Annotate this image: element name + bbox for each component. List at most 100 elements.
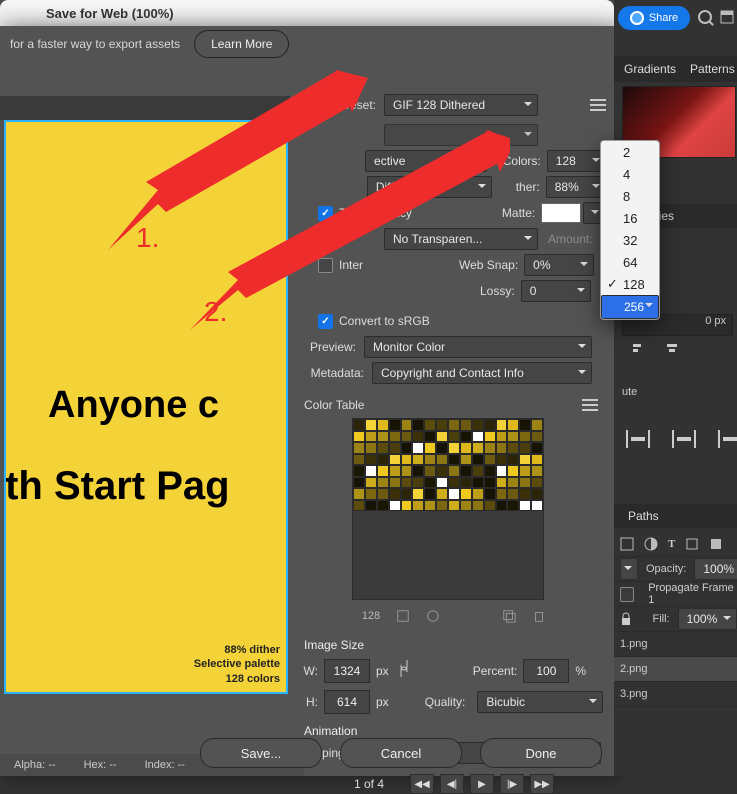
next-frame-button[interactable]: |▶ [500,774,524,794]
color-count: 128 [362,610,380,622]
distribute-bottom-icon[interactable] [718,430,737,448]
filter-adjust-icon[interactable] [644,537,658,551]
colors-option-32[interactable]: 32 [601,229,659,251]
panel-tabs-gradients[interactable]: Gradients Patterns [614,56,737,82]
websnap-select[interactable]: 0% [524,254,594,276]
preview-tab-strip[interactable] [0,96,290,120]
colors-option-128[interactable]: 128 [601,273,659,295]
color-table-toolbar: 128 [302,604,606,628]
amount-label: Amount: [548,232,593,246]
layer-row[interactable]: 3.png [614,682,737,707]
convert-srgb-label: Convert to sRGB [339,314,430,328]
map-transparent-icon[interactable] [426,609,440,623]
lock-icon[interactable] [620,612,630,626]
fill-label: Fill: [652,613,669,625]
matte-swatch[interactable] [541,203,581,223]
tab-gradients[interactable]: Gradients [624,62,676,76]
preset-select[interactable]: GIF 128 Dithered [384,94,538,116]
new-color-icon[interactable] [502,609,516,623]
lock-color-icon[interactable] [396,609,410,623]
filter-shape-icon[interactable] [685,537,699,551]
format-select[interactable] [384,124,538,146]
filter-pixel-icon[interactable] [620,537,634,551]
lossy-select[interactable]: 0 [521,280,591,302]
info-hint: for a faster way to export assets [10,37,180,51]
colors-option-8[interactable]: 8 [601,185,659,207]
colors-option-4[interactable]: 4 [601,163,659,185]
prev-frame-button[interactable]: ◀| [440,774,464,794]
percent-input[interactable] [523,659,569,683]
preview-meta: 88% dither Selective palette 128 colors [194,643,280,686]
delete-color-icon[interactable] [532,609,546,623]
websnap-label: Web Snap: [459,258,518,272]
colors-option-64[interactable]: 64 [601,251,659,273]
preview-select[interactable]: Monitor Color [364,336,592,358]
layers-panel: T Opacity: 100% Propagate Frame 1 Fill: … [614,532,737,752]
convert-srgb-checkbox[interactable] [318,314,333,329]
propagate-checkbox[interactable] [620,587,634,602]
filter-smart-icon[interactable] [709,537,723,551]
metadata-select[interactable]: Copyright and Contact Info [372,362,592,384]
save-button[interactable]: Save... [200,738,322,768]
colors-option-16[interactable]: 16 [601,207,659,229]
dialog-button-row: Save... Cancel Done [200,738,602,768]
preview-canvas[interactable]: Anyone c ith Start Pag 88% dither Select… [4,120,288,694]
annotation-number-1: 1. [136,222,159,254]
tab-patterns[interactable]: Patterns [690,62,735,76]
colors-option-256[interactable]: 256 [601,295,659,319]
cancel-button[interactable]: Cancel [340,738,462,768]
alignment-icons-row [628,340,680,356]
done-button[interactable]: Done [480,738,602,768]
annotation-number-2: 2. [204,296,227,328]
preview-dither-text: 88% dither [194,643,280,657]
quality-select[interactable]: Bicubic [477,691,603,713]
dither-amount-select[interactable]: 88% [546,176,606,198]
distribute-top-icon[interactable] [626,430,650,448]
height-unit: px [376,695,389,709]
attribute-label-fragment: ute [622,386,637,398]
play-button[interactable]: ▶ [470,774,494,794]
opacity-dropdown-icon[interactable] [620,558,638,580]
workspace-icon[interactable] [720,10,734,24]
reduction-select[interactable]: ective [365,150,487,172]
height-label: H: [302,695,318,709]
distribute-vcenter-icon[interactable] [672,430,696,448]
preview-palette-text: Selective palette [194,657,280,671]
fill-value[interactable]: 100% [678,608,737,630]
dither-type-select[interactable]: Diffusion [367,176,492,198]
align-center-icon[interactable] [664,340,680,356]
animation-pager: 1 of 4 ◀◀ ◀| ▶ |▶ ▶▶ [302,774,606,794]
opacity-label: Opacity: [646,563,686,575]
percent-label: Percent: [473,664,518,678]
preset-menu-icon[interactable] [590,99,606,111]
layer-row[interactable]: 1.png [614,632,737,657]
link-wh-icon[interactable] [399,656,411,686]
dither-amount-label: ther: [516,180,540,194]
transparency-checkbox[interactable] [318,206,333,221]
share-button[interactable]: Share [618,6,690,30]
width-input[interactable] [324,659,370,683]
align-left-icon[interactable] [628,340,644,356]
lossy-label: Lossy: [480,284,515,298]
learn-more-button[interactable]: Learn More [194,30,289,58]
colors-option-2[interactable]: 2 [601,141,659,163]
color-table[interactable] [352,418,544,600]
width-label: W: [302,664,318,678]
dialog-titlebar[interactable]: Save for Web (100%) [0,0,614,27]
colors-dropdown-menu[interactable]: 248163264128256 [600,140,660,320]
color-table-menu-icon[interactable] [582,399,598,411]
height-input[interactable] [324,690,370,714]
colors-select[interactable]: 128 [547,150,606,172]
filter-type-icon[interactable]: T [668,538,675,550]
canvas-text-1: Anyone c [48,384,219,427]
width-unit: px [376,664,389,678]
first-frame-button[interactable]: ◀◀ [410,774,434,794]
tab-paths[interactable]: Paths [614,504,737,528]
trans-dither-select[interactable]: No Transparen... [384,228,538,250]
opacity-value[interactable]: 100% [694,558,737,580]
last-frame-button[interactable]: ▶▶ [530,774,554,794]
layer-row[interactable]: 2.png [614,657,737,682]
search-icon[interactable] [698,10,714,26]
info-bar: for a faster way to export assets Learn … [0,26,614,62]
interlaced-checkbox[interactable] [318,258,333,273]
